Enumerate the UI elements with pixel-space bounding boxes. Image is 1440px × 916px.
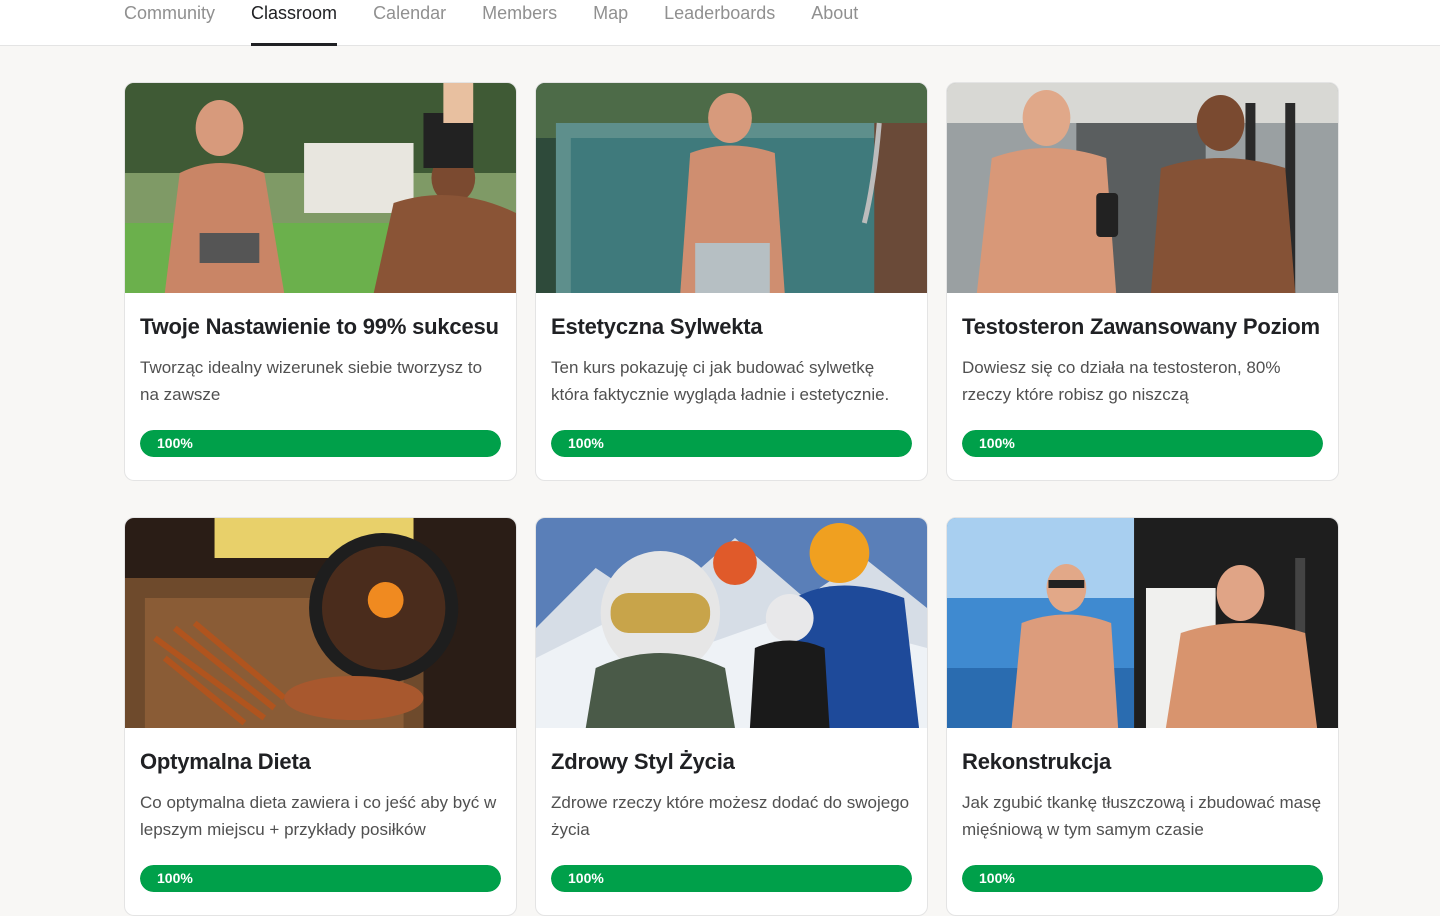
course-grid: Twoje Nastawienie to 99% sukcesu Tworząc… <box>124 82 1339 916</box>
course-title: Rekonstrukcja <box>962 749 1112 774</box>
tab-leaderboards[interactable]: Leaderboards <box>664 0 775 46</box>
course-progress-bar: 100% <box>962 865 1323 892</box>
course-progress-bar: 100% <box>140 865 501 892</box>
tab-members[interactable]: Members <box>482 0 557 46</box>
course-card[interactable]: Estetyczna Sylwekta Ten kurs pokazuję ci… <box>535 82 928 481</box>
progress-fill <box>962 865 1323 892</box>
tab-map[interactable]: Map <box>593 0 628 46</box>
course-card[interactable]: Zdrowy Styl Życia Zdrowe rzeczy które mo… <box>535 517 928 916</box>
tab-community[interactable]: Community <box>124 0 215 46</box>
progress-fill <box>140 865 501 892</box>
course-thumbnail <box>536 518 927 728</box>
progress-label: 100% <box>568 870 604 886</box>
course-thumbnail <box>947 518 1338 728</box>
top-navigation: Community Classroom Calendar Members Map… <box>0 0 1440 46</box>
poolside-photo <box>125 83 516 293</box>
progress-label: 100% <box>157 870 193 886</box>
course-card[interactable]: Twoje Nastawienie to 99% sukcesu Tworząc… <box>124 82 517 481</box>
course-description: Zdrowe rzeczy które możesz dodać do swoj… <box>551 793 910 839</box>
course-title: Zdrowy Styl Życia <box>551 749 735 774</box>
course-thumbnail <box>947 83 1338 293</box>
progress-fill <box>551 865 912 892</box>
course-progress-bar: 100% <box>962 430 1323 457</box>
gym-mirror-photo <box>947 83 1338 293</box>
course-thumbnail <box>125 518 516 728</box>
course-title: Estetyczna Sylwekta <box>551 314 763 339</box>
course-title: Twoje Nastawienie to 99% sukcesu <box>140 314 499 339</box>
course-progress-bar: 100% <box>551 865 912 892</box>
mountain-selfie-photo <box>536 518 927 728</box>
progress-label: 100% <box>979 435 1015 451</box>
progress-label: 100% <box>979 870 1015 886</box>
course-thumbnail <box>536 83 927 293</box>
before-after-photo <box>947 518 1338 728</box>
progress-fill <box>140 430 501 457</box>
course-card[interactable]: Rekonstrukcja Jak zgubić tkankę tłuszczo… <box>946 517 1339 916</box>
course-progress-bar: 100% <box>551 430 912 457</box>
progress-label: 100% <box>568 435 604 451</box>
course-title: Optymalna Dieta <box>140 749 311 774</box>
cold-plunge-photo <box>536 83 927 293</box>
tab-about[interactable]: About <box>811 0 858 46</box>
course-description: Ten kurs pokazuję ci jak budować sylwetk… <box>551 358 890 404</box>
course-progress-bar: 100% <box>140 430 501 457</box>
nav-tabs: Community Classroom Calendar Members Map… <box>124 0 894 46</box>
course-title: Testosteron Zawansowany Poziom <box>962 314 1320 339</box>
tab-classroom[interactable]: Classroom <box>251 0 338 46</box>
food-plate-photo <box>125 518 516 728</box>
course-description: Jak zgubić tkankę tłuszczową i zbudować … <box>962 793 1322 839</box>
course-card[interactable]: Optymalna Dieta Co optymalna dieta zawie… <box>124 517 517 916</box>
progress-label: 100% <box>157 435 193 451</box>
course-thumbnail <box>125 83 516 293</box>
progress-fill <box>551 430 912 457</box>
course-description: Tworząc idealny wizerunek siebie tworzys… <box>140 358 483 404</box>
course-description: Dowiesz się co działa na testosteron, 80… <box>962 358 1281 404</box>
progress-fill <box>962 430 1323 457</box>
tab-calendar[interactable]: Calendar <box>373 0 446 46</box>
course-description: Co optymalna dieta zawiera i co jeść aby… <box>140 793 497 839</box>
course-card[interactable]: Testosteron Zawansowany Poziom Dowiesz s… <box>946 82 1339 481</box>
